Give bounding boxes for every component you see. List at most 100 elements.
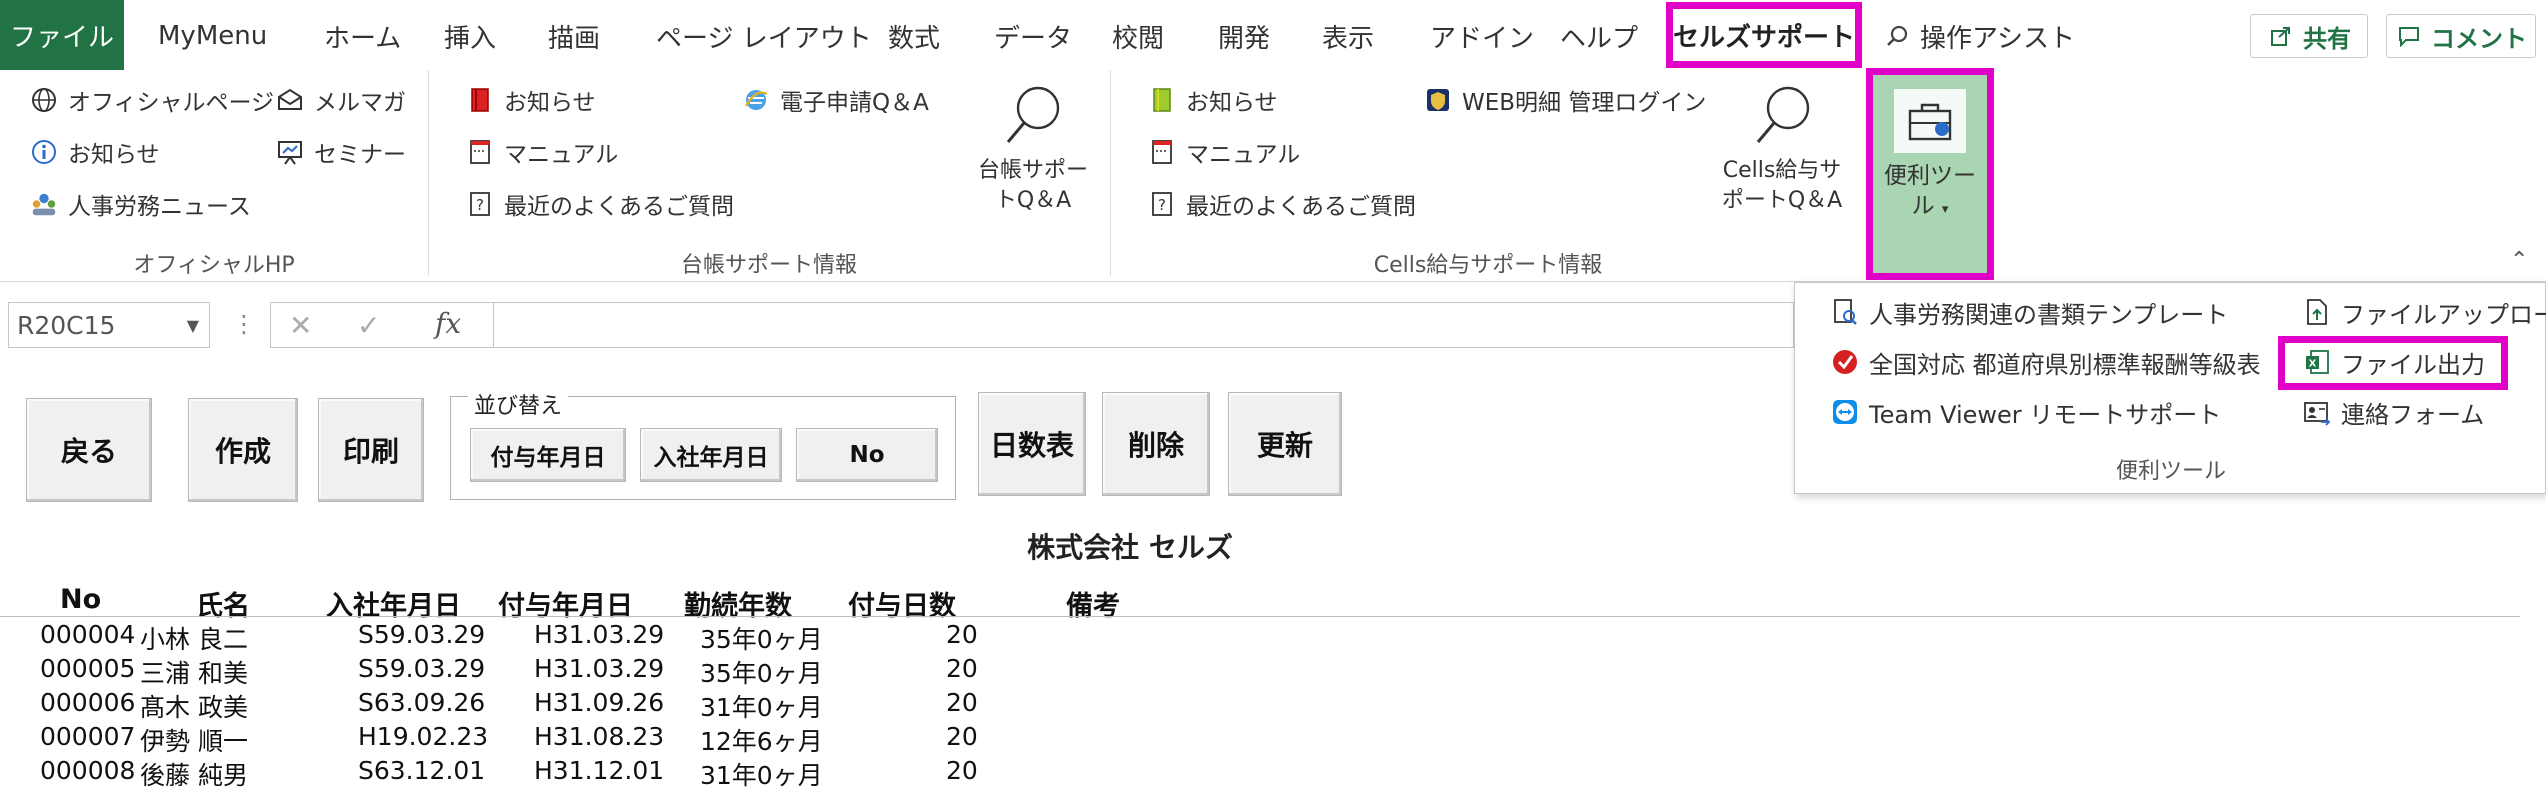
more-options-icon[interactable]: ⋮: [232, 310, 256, 338]
cell-name: 髙木 政美: [140, 693, 248, 722]
name-box[interactable]: R20C15 ▼: [8, 302, 210, 348]
share-label: 共有: [2303, 24, 2351, 53]
table-row[interactable]: 000006 髙木 政美 S63.09.26 H31.09.26 31年0ヶ月 …: [0, 688, 1100, 722]
tab-cells-support[interactable]: セルズサポート: [1666, 2, 1862, 68]
tab-data[interactable]: データ: [994, 14, 1072, 58]
cell-grant-days: 20: [946, 756, 978, 785]
cell-grant-date: H31.08.23: [534, 722, 665, 751]
chevron-down-icon[interactable]: ▼: [187, 316, 199, 335]
menu-item-file-upload[interactable]: ファイルアップロード: [2303, 289, 2546, 335]
hr-news-button[interactable]: 人事労務ニュース: [30, 184, 251, 224]
tab-view[interactable]: 表示: [1322, 14, 1374, 58]
sort-by-join-date-button[interactable]: 入社年月日: [640, 428, 782, 482]
cells-support-qa-button[interactable]: Cells給与サ ポートQ＆A: [1700, 82, 1864, 226]
question-icon: ?: [1148, 190, 1176, 218]
e-application-qa-label: 電子申請Q＆A: [780, 90, 929, 116]
e-application-qa-button[interactable]: 電子申請Q＆A: [742, 80, 929, 120]
tab-formulas[interactable]: 数式: [888, 14, 940, 58]
seminar-button[interactable]: セミナー: [276, 132, 406, 172]
cells-manual-label: マニュアル: [1186, 142, 1301, 168]
official-page-button[interactable]: オフィシャルページ: [30, 80, 274, 120]
menu-item-file-upload-label: ファイルアップロード: [2341, 300, 2546, 329]
update-button[interactable]: 更新: [1228, 392, 1342, 496]
tab-help[interactable]: ヘルプ: [1560, 14, 1638, 58]
table-row[interactable]: 000005 三浦 和美 S59.03.29 H31.03.29 35年0ヶ月 …: [0, 654, 1100, 688]
file-upload-icon: [2303, 298, 2331, 326]
cell-grant-date: H31.03.29: [534, 620, 665, 649]
formula-buttons: ✕ ✓ fx: [270, 302, 494, 348]
manual-icon: [466, 138, 494, 166]
comment-button[interactable]: コメント: [2386, 14, 2536, 58]
column-header-grant-days: 付与日数: [848, 591, 956, 622]
share-icon: [2267, 22, 2295, 50]
column-header-no: No: [60, 584, 102, 615]
menu-item-contact-form-label: 連絡フォーム: [2341, 400, 2485, 429]
cells-manual-button[interactable]: マニュアル: [1148, 132, 1300, 172]
enter-icon[interactable]: ✓: [357, 309, 380, 342]
document-search-icon: [1831, 298, 1859, 326]
seminar-label: セミナー: [314, 142, 406, 168]
web-statement-login-button[interactable]: WEB明細 管理ログイン: [1424, 80, 1706, 120]
cell-no: 000005: [40, 654, 136, 683]
insert-function-icon[interactable]: fx: [435, 307, 461, 340]
tab-home[interactable]: ホーム: [324, 14, 401, 58]
cell-grant-date: H31.03.29: [534, 654, 665, 683]
tab-file[interactable]: ファイル: [0, 0, 124, 70]
benri-tool-label-2: ル ▾: [1911, 193, 1949, 219]
menu-item-document-templates[interactable]: 人事労務関連の書類テンプレート: [1831, 289, 2228, 335]
print-button[interactable]: 印刷: [318, 398, 424, 502]
ribbon-tab-bar: ファイル MyMenu ホーム 挿入 描画 ページ レイアウト 数式 データ 校…: [0, 0, 2546, 70]
table-row[interactable]: 000008 後藤 純男 S63.12.01 H31.12.01 31年0ヶ月 …: [0, 756, 1100, 790]
daicho-faq-button[interactable]: ? 最近のよくあるご質問: [466, 184, 734, 224]
svg-text:?: ?: [476, 196, 484, 214]
cell-grant-days: 20: [946, 620, 978, 649]
presentation-icon: [276, 138, 304, 166]
tell-me-search[interactable]: 操作アシスト: [1884, 14, 2075, 58]
daicho-support-qa-button[interactable]: 台帳サポー トQ＆A: [958, 82, 1108, 226]
column-header-tenure: 勤続年数: [684, 591, 792, 622]
menu-item-teamviewer[interactable]: Team Viewer リモートサポート: [1831, 389, 2221, 435]
envelope-icon: [276, 86, 304, 114]
cell-join-date: H19.02.23: [358, 722, 489, 751]
tab-developer[interactable]: 開発: [1218, 14, 1270, 58]
back-button[interactable]: 戻る: [26, 398, 152, 502]
cell-tenure: 35年0ヶ月: [700, 625, 823, 654]
cell-name: 伊勢 順一: [140, 727, 248, 756]
delete-button[interactable]: 削除: [1102, 392, 1210, 496]
tell-me-label: 操作アシスト: [1920, 23, 2075, 54]
days-table-button[interactable]: 日数表: [978, 392, 1086, 496]
notice-book-icon: [1148, 86, 1176, 114]
sort-legend: 並び替え: [468, 388, 569, 420]
manual-icon: [1148, 138, 1176, 166]
tab-addins[interactable]: アドイン: [1430, 14, 1534, 58]
daicho-faq-label: 最近のよくあるご質問: [504, 194, 734, 220]
tab-page-layout[interactable]: ページ レイアウト: [656, 14, 872, 58]
tab-insert[interactable]: 挿入: [444, 14, 496, 58]
cell-grant-days: 20: [946, 688, 978, 717]
tab-review[interactable]: 校閲: [1112, 14, 1164, 58]
cells-faq-button[interactable]: ? 最近のよくあるご質問: [1148, 184, 1416, 224]
benri-tool-button[interactable]: 便利ツー ル ▾: [1866, 68, 1994, 280]
tab-mymenu[interactable]: MyMenu: [158, 14, 267, 58]
mail-magazine-button[interactable]: メルマガ: [276, 80, 406, 120]
magnifier-icon: [996, 82, 1066, 154]
sort-by-no-button[interactable]: No: [796, 428, 938, 482]
daicho-news-button[interactable]: お知らせ: [466, 80, 596, 120]
collapse-ribbon-icon[interactable]: ⌃: [2510, 248, 2528, 273]
menu-item-standard-remuneration[interactable]: 全国対応 都道府県別標準報酬等級表: [1831, 339, 2261, 385]
tab-draw[interactable]: 描画: [548, 14, 600, 58]
share-button[interactable]: 共有: [2250, 14, 2368, 58]
cancel-icon[interactable]: ✕: [289, 309, 312, 342]
daicho-manual-button[interactable]: マニュアル: [466, 132, 618, 172]
cell-name: 後藤 純男: [140, 761, 248, 790]
table-row[interactable]: 000007 伊勢 順一 H19.02.23 H31.08.23 12年6ヶ月 …: [0, 722, 1100, 756]
table-row[interactable]: 000004 小林 良二 S59.03.29 H31.03.29 35年0ヶ月 …: [0, 620, 1100, 654]
create-button[interactable]: 作成: [188, 398, 298, 502]
official-news-button[interactable]: お知らせ: [30, 132, 160, 172]
menu-item-contact-form[interactable]: 連絡フォーム: [2303, 389, 2484, 435]
sort-by-grant-date-button[interactable]: 付与年月日: [470, 428, 626, 482]
menu-item-standard-remuneration-label: 全国対応 都道府県別標準報酬等級表: [1869, 350, 2261, 379]
cells-news-button[interactable]: お知らせ: [1148, 80, 1278, 120]
toolbox-icon: [1894, 89, 1966, 153]
formula-input[interactable]: [494, 302, 1794, 348]
